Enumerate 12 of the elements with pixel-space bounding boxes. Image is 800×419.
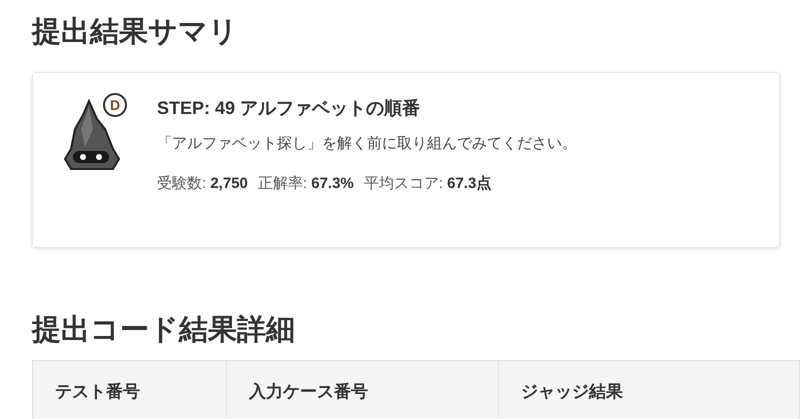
level-badge: D: [103, 93, 127, 117]
step-title: STEP: 49 アルファベットの順番: [157, 97, 422, 120]
step-description: 「アルファベット探し」を解く前に取り組んでみてください。: [157, 134, 577, 154]
section-heading: 提出コード結果詳細: [32, 313, 296, 348]
creature-icon: [61, 99, 123, 171]
column-header: ジャッジ結果: [521, 382, 623, 401]
stat-text: 受験数: 2,750: [157, 174, 248, 194]
column-header: 入力ケース番号: [249, 382, 368, 401]
stat-text: 正解率: 67.3%: [258, 174, 354, 194]
section-heading: 提出結果サマリ: [32, 15, 239, 50]
stat-text: 平均スコア: 67.3点: [364, 174, 492, 194]
column-header: テスト番号: [55, 382, 140, 401]
